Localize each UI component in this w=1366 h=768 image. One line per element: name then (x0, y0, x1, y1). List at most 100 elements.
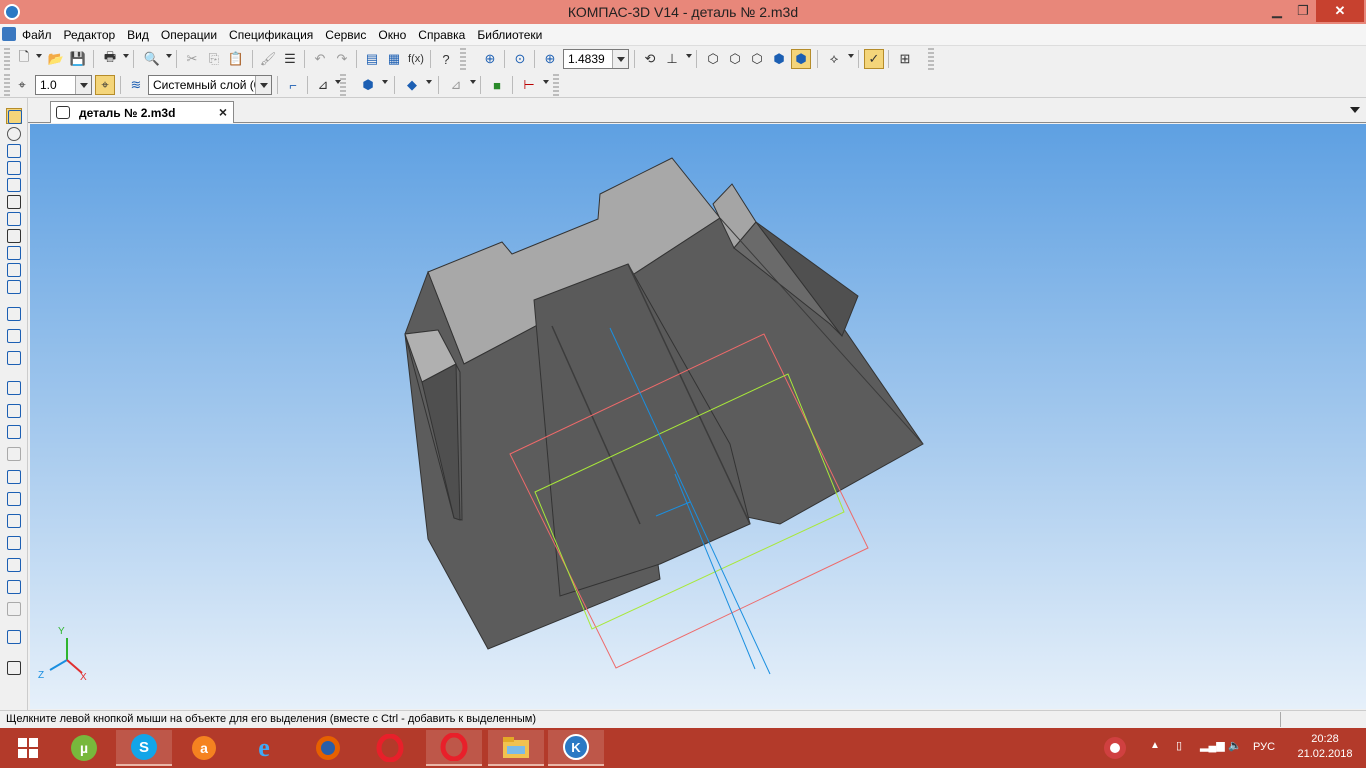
maximize-button[interactable]: ❐ (1290, 0, 1316, 22)
wireframe-icon[interactable]: ⬡ (703, 49, 723, 69)
open-file-icon[interactable]: 📂 (46, 49, 66, 69)
chamfer-icon[interactable] (6, 424, 22, 440)
clock[interactable]: 20:28 21.02.2018 (1290, 732, 1360, 762)
cut-icon[interactable]: ✂ (182, 49, 202, 69)
appearance-icon[interactable]: ◆ (402, 75, 422, 95)
preview-dropdown-arrow[interactable] (166, 54, 172, 58)
measure-tools-icon[interactable] (6, 279, 22, 295)
show-hidden-icons-icon[interactable]: ▲ (1150, 740, 1160, 756)
tab-list-dropdown-icon[interactable] (1350, 107, 1360, 113)
signal-icon[interactable]: ▂▄▆ (1200, 739, 1225, 755)
utorrent-icon[interactable]: µ (56, 730, 112, 766)
battery-icon[interactable]: ▯ (1176, 739, 1182, 755)
tab-close-icon[interactable]: × (219, 104, 227, 120)
help-pointer-icon[interactable]: ? (436, 49, 456, 69)
layer-combo[interactable]: Системный слой (0) (148, 75, 272, 95)
preview-icon[interactable]: 🔍 (142, 49, 162, 69)
menu-help[interactable]: Справка (412, 28, 471, 42)
zoom-scale-combo[interactable]: 1.4839 (563, 49, 629, 69)
minimize-button[interactable]: ▁ (1264, 0, 1290, 22)
explorer-icon[interactable] (488, 730, 544, 766)
orientation-dropdown-arrow[interactable] (686, 54, 692, 58)
kompas-icon[interactable]: K (548, 730, 604, 766)
step-combo[interactable]: 1.0 (35, 75, 92, 95)
firefox-icon[interactable] (300, 730, 356, 766)
toolbar-grip[interactable] (4, 48, 10, 70)
menu-editor[interactable]: Редактор (58, 28, 122, 42)
model-tree-icon[interactable]: ▤ (362, 49, 382, 69)
opera-icon[interactable] (362, 730, 418, 766)
halftone-edges-icon[interactable]: ⬢ (791, 49, 811, 69)
perspective-icon[interactable]: ⟡ (824, 49, 844, 69)
tab-detail-2[interactable]: деталь № 2.m3d × (50, 101, 234, 123)
toolbar-grip[interactable] (928, 48, 934, 70)
save-icon[interactable]: 💾 (68, 49, 88, 69)
section-dropdown-arrow[interactable] (470, 80, 476, 84)
menu-libraries[interactable]: Библиотеки (471, 28, 548, 42)
snap-icon[interactable]: ⌖ (95, 75, 115, 95)
check-part-icon[interactable]: ■ (487, 75, 507, 95)
menu-specification[interactable]: Спецификация (223, 28, 319, 42)
section-icon[interactable]: ⊿ (446, 75, 466, 95)
close-button[interactable]: ✕ (1316, 0, 1364, 22)
undo-icon[interactable]: ↶ (310, 49, 330, 69)
toolbar-grip[interactable] (340, 74, 346, 96)
mirror-icon[interactable] (6, 579, 22, 595)
menu-file[interactable]: Файл (16, 28, 58, 42)
zoom-dropdown-arrow[interactable] (612, 50, 628, 68)
document-menu-icon[interactable] (2, 27, 16, 41)
hole-icon[interactable] (6, 513, 22, 529)
zoom-window-icon[interactable]: ⊕ (480, 49, 500, 69)
hidden-lines-icon[interactable]: ⬡ (725, 49, 745, 69)
grid-step-icon[interactable]: ⌖ (12, 75, 32, 95)
filter-icon[interactable] (6, 211, 22, 227)
toolbar-grip[interactable] (553, 74, 559, 96)
editing-details-icon[interactable] (6, 108, 22, 124)
diagnostics-icon[interactable] (6, 194, 22, 210)
sheet-metal-icon[interactable] (6, 660, 22, 676)
surfaces-icon[interactable] (6, 143, 22, 159)
zoom-fit-icon[interactable]: ⊙ (510, 49, 530, 69)
slope-icon[interactable] (6, 491, 22, 507)
spatial-curves-icon[interactable] (6, 126, 22, 142)
menu-view[interactable]: Вид (121, 28, 155, 42)
orientation-icon[interactable]: ⊥ (662, 49, 682, 69)
arrays-icon[interactable] (6, 160, 22, 176)
cut-by-plane-icon[interactable] (6, 557, 22, 573)
redo-icon[interactable]: ↷ (332, 49, 352, 69)
windows-start-icon[interactable] (0, 730, 56, 766)
measure-icon[interactable]: ⊞ (895, 49, 915, 69)
ie-icon[interactable]: e (236, 730, 292, 766)
variables-fx-icon[interactable]: f(x) (406, 49, 426, 69)
reports-icon[interactable] (6, 245, 22, 261)
menu-operations[interactable]: Операции (155, 28, 223, 42)
extrude-icon[interactable] (6, 306, 22, 322)
print-icon[interactable]: 🖶 (100, 49, 120, 69)
paste-icon[interactable]: 📋 (226, 49, 246, 69)
new-document-icon[interactable]: 🗋 (14, 49, 34, 69)
properties-icon[interactable]: ☰ (280, 49, 300, 69)
shell-icon[interactable] (6, 446, 22, 462)
print-dropdown-arrow[interactable] (123, 54, 129, 58)
thin-lines-icon[interactable]: ⬡ (747, 49, 767, 69)
color-dropdown-arrow[interactable] (382, 80, 388, 84)
opera-icon[interactable] (426, 730, 482, 766)
avast-icon[interactable]: a (176, 730, 232, 766)
rotate-operation-icon[interactable] (6, 328, 22, 344)
notification-app-icon[interactable] (1100, 728, 1140, 768)
auxiliary-geometry-icon[interactable] (6, 177, 22, 193)
skype-icon[interactable]: S (116, 730, 172, 766)
library-manager-icon[interactable]: ▦ (384, 49, 404, 69)
format-painter-icon[interactable]: 🖌 (258, 49, 278, 69)
rotate-icon[interactable]: ⟲ (640, 49, 660, 69)
menu-window[interactable]: Окно (372, 28, 412, 42)
menu-service[interactable]: Сервис (319, 28, 372, 42)
toolbar-grip[interactable] (460, 48, 466, 70)
scroll-down-icon[interactable] (6, 684, 22, 694)
layer-dropdown-arrow[interactable] (255, 76, 271, 94)
rib-icon[interactable] (6, 469, 22, 485)
select-filter-icon[interactable]: ✓ (864, 49, 884, 69)
fillet-icon[interactable] (6, 403, 22, 419)
layers-icon[interactable]: ≋ (126, 75, 146, 95)
dimension-dropdown-arrow[interactable] (543, 80, 549, 84)
